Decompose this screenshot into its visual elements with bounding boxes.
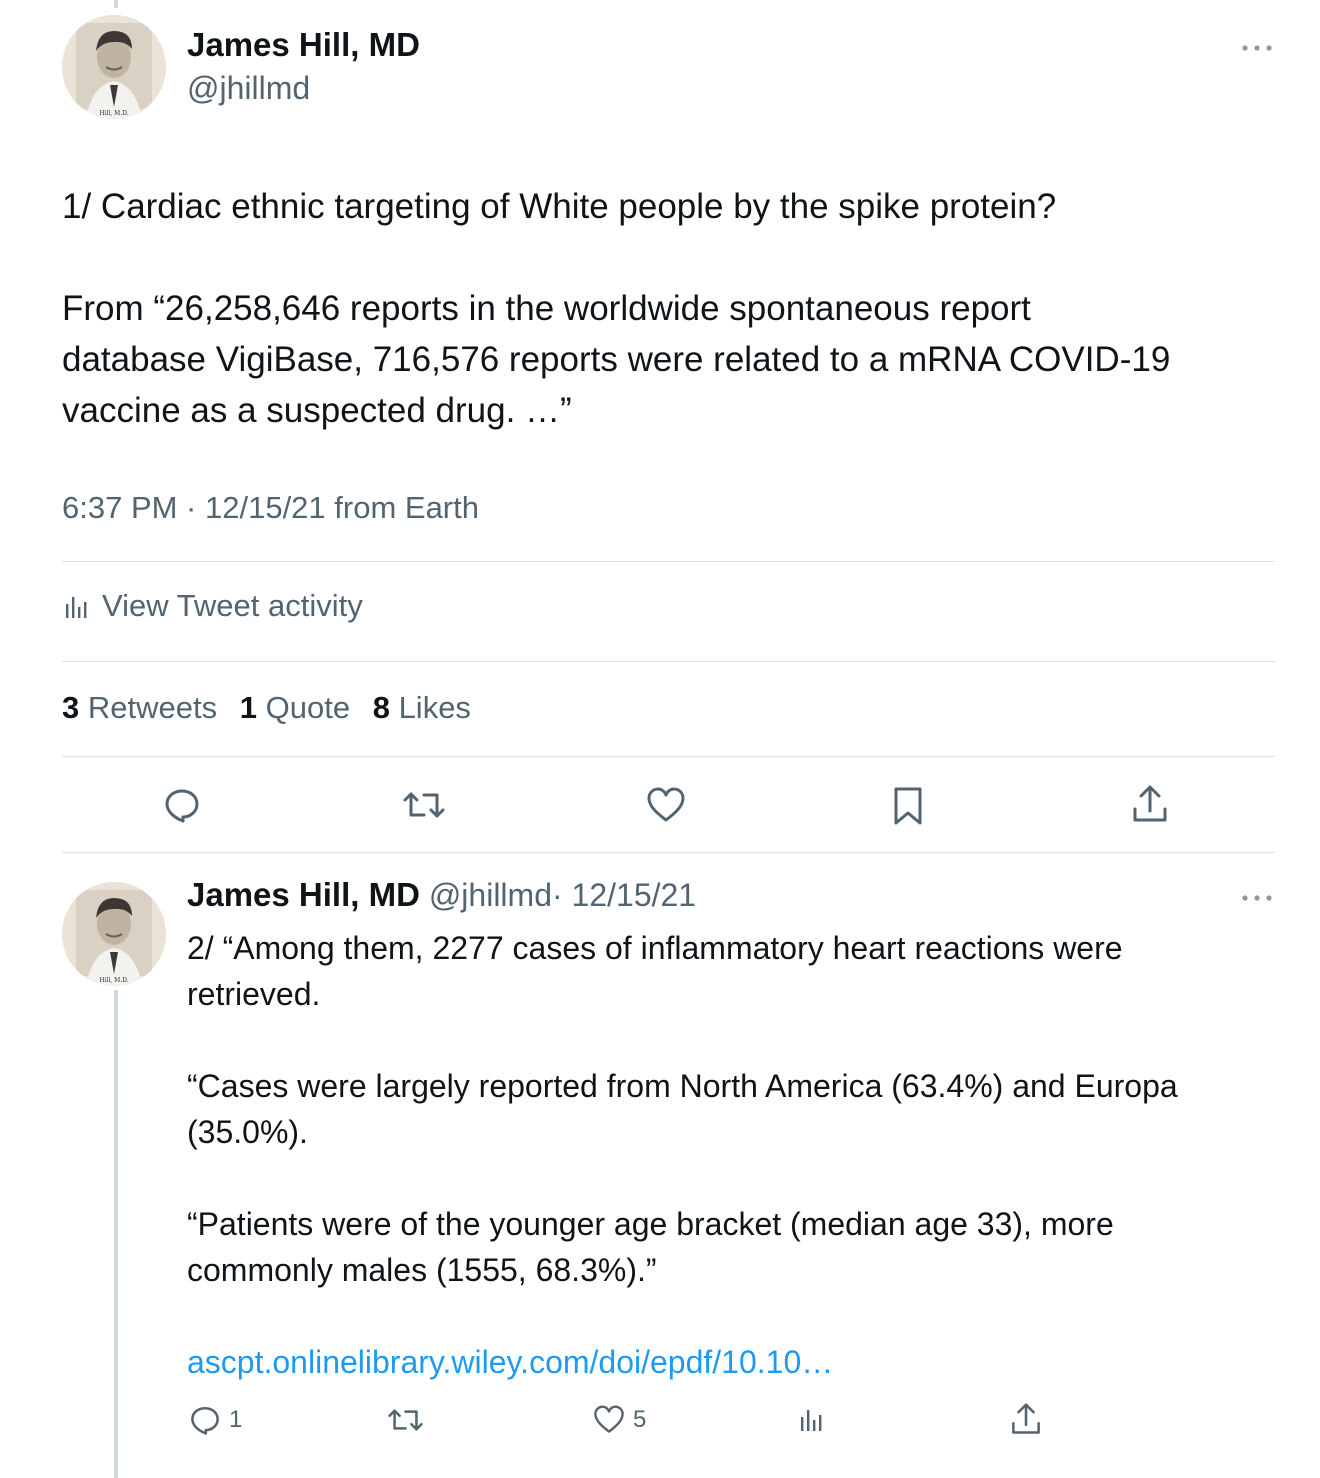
reply-icon [165, 789, 199, 823]
reply-like-button[interactable]: 5 [593, 1405, 646, 1434]
tweet-text-line: From “26,258,646 reports in the worldwid… [62, 289, 1031, 328]
like-count: 5 [633, 1405, 647, 1433]
reply-text-line: commonly males (1555, 68.3%).” [187, 1252, 657, 1288]
reply-text-line: retrieved. [187, 976, 321, 1012]
reply-count: 1 [229, 1406, 243, 1433]
view-activity-button[interactable]: View Tweet activity [62, 588, 363, 624]
reply-date[interactable]: · 12/15/21 [552, 877, 696, 913]
reply-author-handle[interactable]: @jhillmd [429, 877, 552, 913]
share-icon [1133, 785, 1167, 822]
avatar[interactable]: Hill, M.D. [62, 15, 166, 119]
analytics-icon [66, 597, 87, 618]
reply-author-name[interactable]: James Hill, MD [187, 876, 420, 913]
reply-icon [191, 1406, 219, 1435]
retweet-icon [388, 1409, 423, 1431]
tweet-text-line: database VigiBase, 716,576 reports were … [62, 340, 1171, 379]
like-button[interactable] [646, 787, 686, 823]
tweet-stats: 3 Retweets 1 Quote 8 Likes [62, 690, 485, 726]
share-button[interactable] [1131, 784, 1169, 824]
tweet-text: 1/ Cardiac ethnic targeting of White peo… [62, 181, 1170, 436]
author-handle[interactable]: @jhillmd [187, 70, 310, 107]
reply-reply-button[interactable]: 1 [189, 1404, 242, 1436]
thread-line [114, 990, 118, 1478]
author-name[interactable]: James Hill, MD [187, 26, 420, 64]
more-icon[interactable] [1240, 888, 1274, 908]
analytics-icon [801, 1410, 822, 1431]
like-icon [647, 787, 685, 822]
avatar-caption: Hill, M.D. [99, 110, 128, 117]
share-icon [1012, 1403, 1040, 1434]
likes-stat[interactable]: 8 Likes [373, 690, 471, 725]
likes-label: Likes [398, 690, 471, 725]
reply-header: James Hill, MD @jhillmd· 12/15/21 [187, 876, 696, 914]
reply-link[interactable]: ascpt.onlinelibrary.wiley.com/doi/epdf/1… [187, 1339, 1178, 1385]
likes-count: 8 [372, 690, 390, 725]
more-icon[interactable] [1240, 38, 1274, 58]
quotes-stat[interactable]: 1 Quote [240, 690, 350, 725]
thread-line [114, 0, 118, 8]
quotes-count: 1 [239, 690, 257, 725]
divider [62, 852, 1275, 853]
reply-retweet-button[interactable] [387, 1404, 424, 1436]
tweet-timestamp[interactable]: 6:37 PM · 12/15/21 from Earth [62, 490, 479, 526]
view-activity-label: View Tweet activity [102, 588, 363, 623]
retweets-label: Retweets [87, 690, 218, 725]
reply-share-button[interactable] [1010, 1402, 1042, 1436]
reply-text: 2/ “Among them, 2277 cases of inflammato… [187, 925, 1178, 1385]
tweet-thread: Hill, M.D. James Hill, MD @jhillmd 1/ Ca… [0, 0, 1320, 1478]
reply-button[interactable] [163, 786, 201, 824]
reply-text-line: “Cases were largely reported from North … [187, 1068, 1178, 1104]
reply-text-line: (35.0%). [187, 1114, 308, 1150]
bookmark-button[interactable] [892, 786, 924, 826]
retweets-count: 3 [62, 690, 80, 725]
avatar-caption: Hill, M.D. [99, 977, 128, 984]
retweets-stat[interactable]: 3 Retweets [62, 690, 217, 725]
quotes-label: Quote [265, 690, 351, 725]
reply-text-line: 2/ “Among them, 2277 cases of inflammato… [187, 930, 1123, 966]
reply-analytics-button[interactable] [797, 1404, 825, 1434]
retweet-icon [403, 792, 445, 818]
divider [62, 661, 1275, 662]
like-icon [594, 1405, 624, 1433]
tweet-text-line: vaccine as a suspected drug. …” [62, 391, 572, 430]
reply-avatar[interactable]: Hill, M.D. [62, 882, 166, 986]
divider [62, 756, 1275, 757]
tweet-text-line: 1/ Cardiac ethnic targeting of White peo… [62, 187, 1057, 226]
retweet-button[interactable] [402, 786, 446, 824]
reply-text-line: “Patients were of the younger age bracke… [187, 1206, 1114, 1242]
bookmark-icon [894, 787, 922, 825]
divider [62, 561, 1275, 562]
